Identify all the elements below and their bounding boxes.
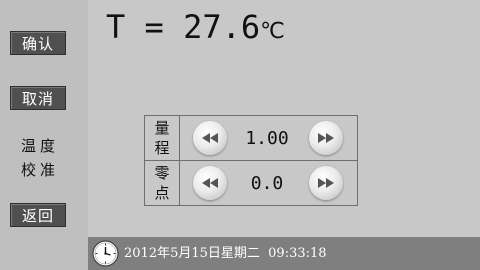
range-increase-button[interactable] xyxy=(309,121,343,155)
range-value: 1.00 xyxy=(245,127,289,149)
range-row: 量 程 1.00 xyxy=(145,116,357,161)
calibration-panel: 量 程 1.00 零 点 0.0 xyxy=(144,115,358,206)
sidebar: 确认 取消 温度 校准 返回 xyxy=(0,0,88,270)
range-label-line1: 量 xyxy=(154,119,170,137)
zero-row: 零 点 0.0 xyxy=(145,161,357,205)
back-button[interactable]: 返回 xyxy=(10,203,66,227)
cancel-button[interactable]: 取消 xyxy=(10,86,66,110)
range-label-line2: 程 xyxy=(154,139,170,157)
fast-forward-icon xyxy=(318,178,334,188)
fast-forward-icon xyxy=(318,133,334,143)
zero-label-line1: 零 xyxy=(154,164,170,182)
range-label: 量 程 xyxy=(145,116,180,160)
zero-label-line2: 点 xyxy=(154,184,170,202)
temperature-unit: ℃ xyxy=(260,19,285,44)
screen-title-line2: 校准 xyxy=(20,161,59,179)
range-decrease-button[interactable] xyxy=(193,121,227,155)
zero-value: 0.0 xyxy=(250,172,284,194)
datetime-display: 2012年5月15日星期二 09:33:18 xyxy=(124,246,327,261)
clock-icon xyxy=(92,240,119,267)
status-bar: 2012年5月15日星期二 09:33:18 xyxy=(88,237,480,270)
rewind-icon xyxy=(202,178,218,188)
temperature-value: T = 27.6 xyxy=(106,8,261,46)
temperature-display: T = 27.6℃ xyxy=(106,8,285,46)
zero-increase-button[interactable] xyxy=(309,166,343,200)
zero-label: 零 点 xyxy=(145,161,180,205)
confirm-button[interactable]: 确认 xyxy=(10,31,66,55)
zero-decrease-button[interactable] xyxy=(193,166,227,200)
screen-title-line1: 温度 xyxy=(20,137,59,155)
rewind-icon xyxy=(202,133,218,143)
